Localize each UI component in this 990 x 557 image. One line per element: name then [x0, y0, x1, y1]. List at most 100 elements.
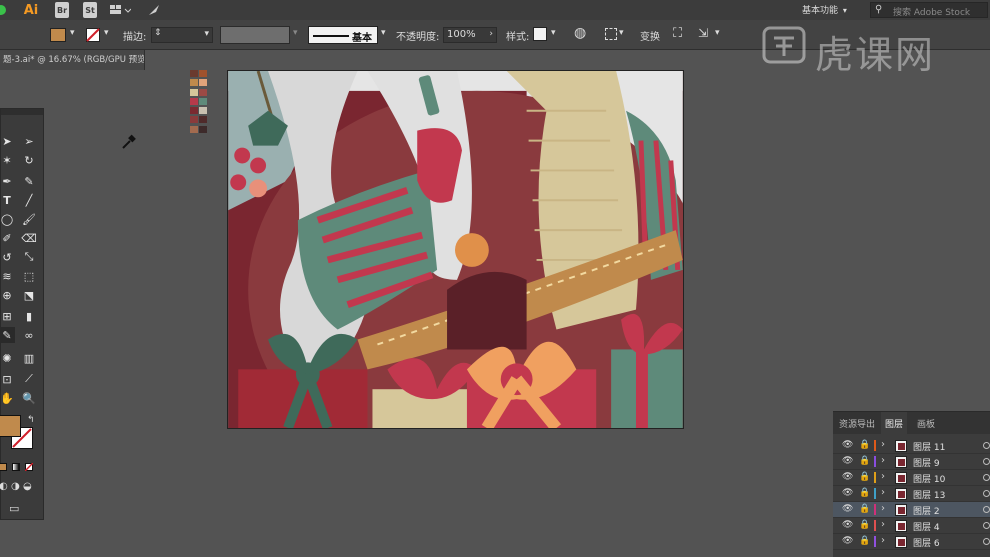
layer-row[interactable]: 👁 🔒 › 图层 6 [833, 534, 990, 550]
visibility-eye-icon[interactable]: 👁 [842, 520, 853, 530]
gpu-performance-icon[interactable] [146, 2, 162, 18]
visibility-eye-icon[interactable]: 👁 [842, 472, 853, 482]
draw-mode-icon[interactable]: ◐ [0, 481, 8, 492]
rotate-tool-icon[interactable]: ↺ [0, 249, 15, 265]
slice-tool-icon[interactable]: ⟋ [21, 371, 37, 387]
selection-tool-icon[interactable]: ➤ [0, 133, 15, 149]
chevron-down-icon[interactable]: ▾ [715, 28, 720, 38]
column-graph-tool-icon[interactable]: ▥ [21, 350, 37, 366]
screen-mode-icon[interactable]: ▭ [9, 502, 19, 515]
expand-arrow-icon[interactable]: › [881, 503, 885, 514]
shape-builder-tool-icon[interactable]: ⊕ [0, 287, 15, 303]
target-circle-icon[interactable] [983, 442, 990, 449]
lock-icon[interactable]: 🔒 [859, 472, 870, 482]
draw-behind-icon[interactable]: ◑ [11, 481, 20, 492]
chevron-down-icon[interactable]: ▾ [70, 28, 75, 38]
curvature-tool-icon[interactable]: ✎ [21, 173, 37, 189]
swatch[interactable] [190, 107, 198, 115]
swatch[interactable] [199, 107, 207, 115]
warp-tool-icon[interactable]: ≋ [0, 268, 15, 284]
chevron-down-icon[interactable]: ▾ [619, 28, 624, 38]
swatch[interactable] [199, 116, 207, 124]
none-mode-button[interactable] [25, 463, 33, 471]
lock-icon[interactable]: 🔒 [859, 504, 870, 514]
expand-arrow-icon[interactable]: › [881, 487, 885, 498]
chevron-down-icon[interactable]: ▾ [104, 28, 109, 38]
options-icon[interactable]: ⇲ [698, 26, 708, 40]
artboard-canvas[interactable] [227, 70, 684, 429]
target-circle-icon[interactable] [983, 458, 990, 465]
swatch[interactable] [199, 125, 207, 133]
gradient-mode-button[interactable] [12, 463, 20, 471]
layer-row[interactable]: 👁 🔒 › 图层 9 [833, 454, 990, 470]
swatch[interactable] [199, 97, 207, 105]
layer-row[interactable]: 👁 🔒 › 图层 11 [833, 438, 990, 454]
ellipse-tool-icon[interactable]: ◯ [0, 211, 15, 227]
color-mode-button[interactable] [0, 463, 7, 471]
target-circle-icon[interactable] [983, 490, 990, 497]
stroke-color-swatch[interactable] [86, 28, 100, 42]
swatch[interactable] [199, 88, 207, 96]
layer-row[interactable]: 👁 🔒 › 图层 4 [833, 518, 990, 534]
expand-arrow-icon[interactable]: › [881, 471, 885, 482]
direct-selection-tool-icon[interactable]: ➢ [21, 133, 37, 149]
swatch[interactable] [190, 125, 198, 133]
lock-icon[interactable]: 🔒 [859, 520, 870, 530]
blend-tool-icon[interactable]: ∞ [21, 327, 37, 343]
lock-icon[interactable]: 🔒 [859, 440, 870, 450]
expand-arrow-icon[interactable]: › [881, 455, 885, 466]
visibility-eye-icon[interactable]: 👁 [842, 488, 853, 498]
magic-wand-tool-icon[interactable]: ✶ [0, 152, 15, 168]
chevron-down-icon[interactable]: ▾ [551, 28, 556, 38]
swatch[interactable] [190, 88, 198, 96]
expand-arrow-icon[interactable]: › [881, 519, 885, 530]
paintbrush-tool-icon[interactable]: 🖌 [21, 211, 37, 227]
variable-width-profile[interactable] [220, 26, 290, 44]
lock-icon[interactable]: 🔒 [859, 536, 870, 546]
swatch[interactable] [190, 97, 198, 105]
arrange-documents-icon[interactable] [108, 2, 132, 18]
isolate-icon[interactable]: ⛶ [673, 26, 682, 41]
eraser-tool-icon[interactable]: ⌫ [21, 230, 37, 246]
lock-icon[interactable]: 🔒 [859, 456, 870, 466]
graphic-style-swatch[interactable] [533, 27, 547, 41]
lasso-tool-icon[interactable]: ↻ [21, 152, 37, 168]
tab-layers[interactable]: 图层 [881, 412, 908, 434]
layer-row[interactable]: 👁 🔒 › 图层 2 [833, 502, 990, 518]
shaper-tool-icon[interactable]: ✐ [0, 230, 15, 246]
free-transform-tool-icon[interactable]: ⬚ [21, 268, 37, 284]
stock-search-field[interactable]: ⚲ 搜索 Adobe Stock [870, 2, 988, 18]
draw-inside-icon[interactable]: ◒ [23, 481, 32, 492]
artboard-tool-icon[interactable]: ⊡ [0, 371, 15, 387]
opacity-field[interactable]: 100% › [443, 27, 497, 43]
eyedropper-tool-icon[interactable]: ✎ [0, 327, 15, 343]
layer-row[interactable]: 👁 🔒 › 图层 13 [833, 486, 990, 502]
close-window-button[interactable] [0, 5, 6, 15]
swap-fill-stroke-icon[interactable]: ↰ [27, 415, 35, 425]
scale-tool-icon[interactable]: ⤡ [21, 249, 37, 265]
chevron-down-icon[interactable]: ▾ [293, 28, 298, 38]
tab-asset-export[interactable]: 资源导出 [839, 417, 875, 430]
gradient-tool-icon[interactable]: ▮ [21, 308, 37, 324]
lock-icon[interactable]: 🔒 [859, 488, 870, 498]
stock-button[interactable]: St [83, 2, 97, 18]
type-tool-icon[interactable]: T [0, 192, 15, 208]
live-paint-tool-icon[interactable]: ⬔ [21, 287, 37, 303]
visibility-eye-icon[interactable]: 👁 [842, 456, 853, 466]
visibility-eye-icon[interactable]: 👁 [842, 536, 853, 546]
fill-color-box[interactable] [0, 415, 21, 437]
zoom-tool-icon[interactable]: 🔍 [21, 390, 37, 406]
tab-artboards[interactable]: 画板 [917, 417, 935, 430]
brush-definition-dropdown[interactable]: 基本 [308, 26, 378, 44]
recolor-artwork-icon[interactable]: ◍ [574, 25, 586, 41]
expand-arrow-icon[interactable]: › [881, 439, 885, 450]
align-icon[interactable] [605, 28, 617, 40]
line-tool-icon[interactable]: ╱ [21, 192, 37, 208]
layer-row[interactable]: 👁 🔒 › 图层 10 [833, 470, 990, 486]
hand-tool-icon[interactable]: ✋ [0, 390, 15, 406]
stroke-weight-field[interactable]: ⇕ ▾ [151, 27, 213, 43]
document-tab[interactable]: 题-3.ai* @ 16.67% (RGB/GPU 预览) [0, 50, 145, 70]
swatch[interactable] [190, 116, 198, 124]
swatch[interactable] [190, 79, 198, 87]
panel-grip[interactable] [1, 109, 43, 115]
